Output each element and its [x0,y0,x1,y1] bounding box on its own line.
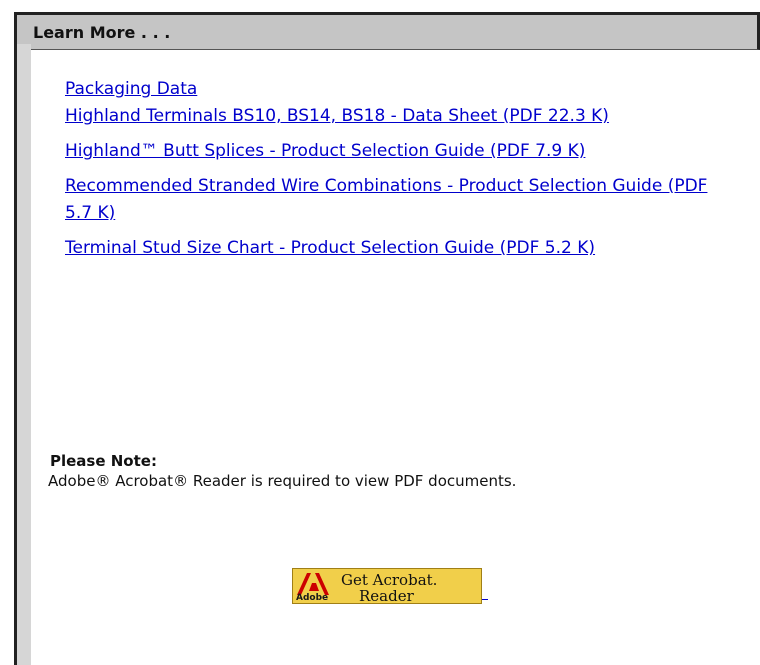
badge-link-underline [482,599,488,600]
note-title: Please Note: [50,452,157,470]
link-stud-size-chart[interactable]: Terminal Stud Size Chart - Product Selec… [65,235,715,262]
get-acrobat-reader-link[interactable]: Adobe Get Acrobat. Reader [292,568,492,604]
link-terminals-data-sheet[interactable]: Highland Terminals BS10, BS14, BS18 - Da… [65,103,715,130]
resource-links: Packaging Data Highland Terminals BS10, … [65,76,735,262]
link-stranded-wire-guide[interactable]: Recommended Stranded Wire Combinations -… [65,173,715,227]
left-sidebar-strip [17,44,31,665]
badge-line-2: Reader [359,587,414,604]
panel-header: Learn More . . . [14,12,760,50]
note-text: Adobe® Acrobat® Reader is required to vi… [48,472,517,490]
panel-title: Learn More . . . [33,23,171,42]
link-packaging-data[interactable]: Packaging Data [65,76,715,103]
please-note: Please Note: Adobe® Acrobat® Reader is r… [48,451,516,491]
get-acrobat-reader-badge[interactable]: Adobe Get Acrobat. Reader [292,568,482,604]
link-butt-splices-guide[interactable]: Highland™ Butt Splices - Product Selecti… [65,138,715,165]
adobe-brand-text: Adobe [296,593,329,603]
